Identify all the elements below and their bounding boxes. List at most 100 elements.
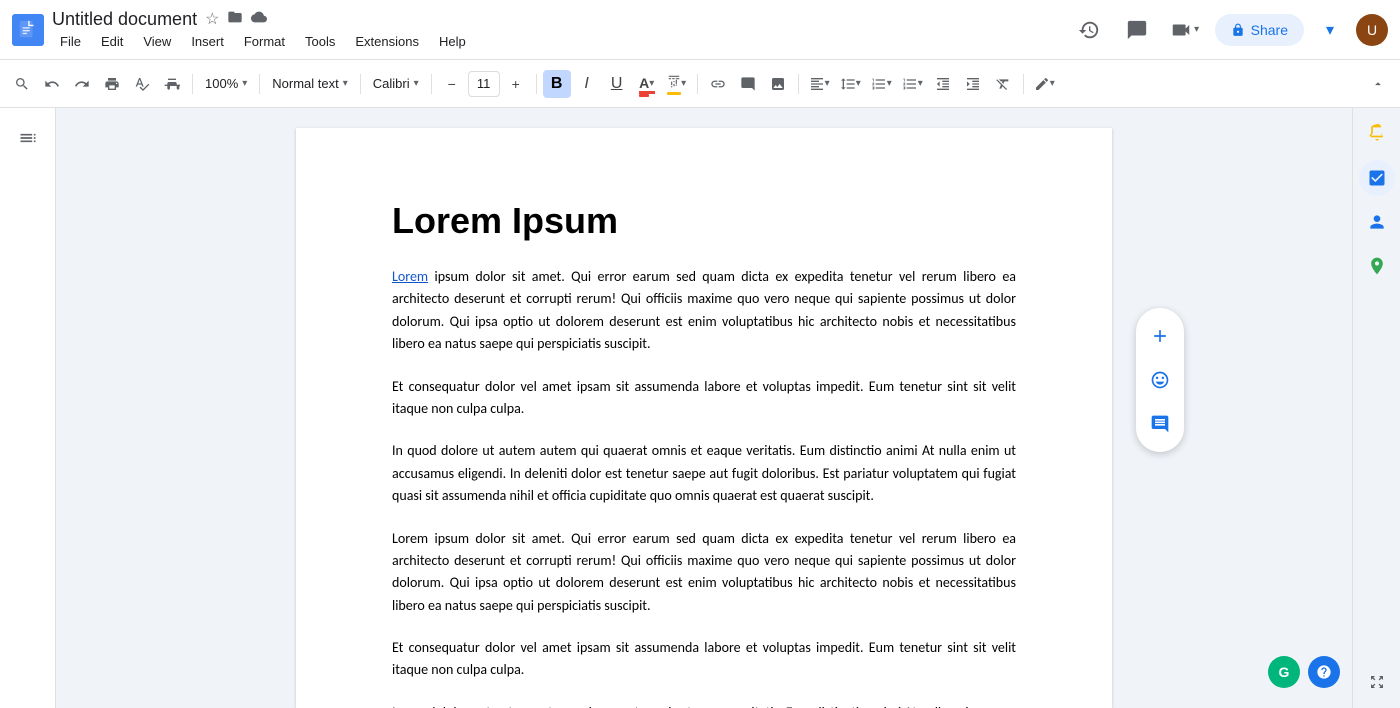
right-panel <box>1352 108 1400 708</box>
menu-file[interactable]: File <box>52 32 89 51</box>
paragraph-4: Lorem ipsum dolor sit amet. Qui error ea… <box>392 528 1016 618</box>
title-right: ▾ Share ▾ U <box>1071 12 1388 48</box>
expand-panel-button[interactable] <box>1359 664 1395 700</box>
menu-edit[interactable]: Edit <box>93 32 131 51</box>
paragraph-5: Et consequatur dolor vel amet ipsam sit … <box>392 637 1016 682</box>
doc-icon <box>12 14 44 46</box>
spellcheck-button[interactable] <box>128 70 156 98</box>
text-color-icon: A <box>639 75 649 93</box>
comment-button[interactable] <box>734 70 762 98</box>
indent-increase-button[interactable] <box>959 70 987 98</box>
tasks-button[interactable] <box>1359 160 1395 196</box>
doc-title-row: Untitled document ☆ <box>52 9 1063 30</box>
undo-button[interactable] <box>38 70 66 98</box>
document-area[interactable]: Lorem Ipsum Lorem ipsum dolor sit amet. … <box>56 108 1352 708</box>
paragraph-1: Lorem ipsum dolor sit amet. Qui error ea… <box>392 266 1016 356</box>
font-size-increase[interactable]: + <box>502 70 530 98</box>
history-button[interactable] <box>1071 12 1107 48</box>
zoom-arrow: ▾ <box>242 78 247 89</box>
indent-decrease-button[interactable] <box>929 70 957 98</box>
main-area: Lorem Ipsum Lorem ipsum dolor sit amet. … <box>0 108 1400 708</box>
user-avatar[interactable]: U <box>1356 14 1388 46</box>
toolbar: 100% ▾ Normal text ▾ Calibri ▾ − 11 + B … <box>0 60 1400 108</box>
menu-insert[interactable]: Insert <box>183 32 232 51</box>
highlight-icon <box>667 74 681 93</box>
paragraph-3: In quod dolore ut autem autem qui quaera… <box>392 440 1016 507</box>
zoom-select[interactable]: 100% ▾ <box>199 70 253 98</box>
helper-button[interactable] <box>1308 656 1340 688</box>
pen-button[interactable]: ▾ <box>1030 70 1059 98</box>
line-spacing-button[interactable]: ▾ <box>836 70 865 98</box>
font-label: Calibri <box>373 76 410 91</box>
grammarly-button[interactable]: G <box>1268 656 1300 688</box>
font-select[interactable]: Calibri ▾ <box>367 70 425 98</box>
menu-extensions[interactable]: Extensions <box>347 32 427 51</box>
checklist-button[interactable]: ▾ <box>867 70 896 98</box>
underline-icon: U <box>611 75 623 93</box>
bold-button[interactable]: B <box>543 70 571 98</box>
bold-icon: B <box>551 75 563 93</box>
float-action-bar <box>1136 308 1184 452</box>
align-button[interactable]: ▾ <box>805 70 834 98</box>
video-button[interactable]: ▾ <box>1167 12 1203 48</box>
float-comment-button[interactable] <box>1140 404 1180 444</box>
menu-format[interactable]: Format <box>236 32 293 51</box>
link-word[interactable]: Lorem <box>392 268 428 285</box>
ordered-list-button[interactable]: ▾ <box>898 70 927 98</box>
separator-1 <box>192 74 193 94</box>
menu-tools[interactable]: Tools <box>297 32 343 51</box>
search-button[interactable] <box>8 70 36 98</box>
menu-help[interactable]: Help <box>431 32 474 51</box>
left-sidebar <box>0 108 56 708</box>
italic-button[interactable]: I <box>573 70 601 98</box>
keep-button[interactable] <box>1359 116 1395 152</box>
paragraph-2: Et consequatur dolor vel amet ipsam sit … <box>392 376 1016 421</box>
folder-icon[interactable] <box>227 9 243 30</box>
share-label: Share <box>1251 22 1288 38</box>
paragraph-1-text: ipsum dolor sit amet. Qui error earum se… <box>392 268 1016 352</box>
menu-view[interactable]: View <box>135 32 179 51</box>
bottom-right-helpers: G <box>1268 656 1340 688</box>
separator-6 <box>697 74 698 94</box>
font-arrow: ▾ <box>414 78 419 89</box>
separator-5 <box>536 74 537 94</box>
highlight-color-button[interactable]: ▾ <box>663 70 691 98</box>
separator-7 <box>798 74 799 94</box>
chat-button[interactable] <box>1119 12 1155 48</box>
document-title: Lorem Ipsum <box>392 200 1016 242</box>
separator-8 <box>1023 74 1024 94</box>
document-page: Lorem Ipsum Lorem ipsum dolor sit amet. … <box>296 128 1112 708</box>
font-size-decrease[interactable]: − <box>438 70 466 98</box>
outline-toggle[interactable] <box>10 120 46 156</box>
separator-3 <box>360 74 361 94</box>
doc-title-text[interactable]: Untitled document <box>52 9 197 30</box>
text-color-button[interactable]: A ▾ <box>633 70 661 98</box>
paragraph-6: In quod dolore ut autem autem qui quaera… <box>392 702 1016 708</box>
separator-2 <box>259 74 260 94</box>
clear-format-button[interactable] <box>989 70 1017 98</box>
style-select[interactable]: Normal text ▾ <box>266 70 354 98</box>
font-size-input[interactable]: 11 <box>468 71 500 97</box>
float-emoji-button[interactable] <box>1140 360 1180 400</box>
title-area: Untitled document ☆ File Edit View Inser… <box>52 9 1063 51</box>
float-add-button[interactable] <box>1140 316 1180 356</box>
maps-button[interactable] <box>1359 248 1395 284</box>
title-bar: Untitled document ☆ File Edit View Inser… <box>0 0 1400 60</box>
style-label: Normal text <box>272 76 338 91</box>
cloud-icon[interactable] <box>251 9 267 30</box>
paint-format-button[interactable] <box>158 70 186 98</box>
image-button[interactable] <box>764 70 792 98</box>
print-button[interactable] <box>98 70 126 98</box>
separator-4 <box>431 74 432 94</box>
style-arrow: ▾ <box>343 78 348 89</box>
italic-icon: I <box>584 75 588 93</box>
zoom-label: 100% <box>205 76 238 91</box>
underline-button[interactable]: U <box>603 70 631 98</box>
link-button[interactable] <box>704 70 732 98</box>
share-dropdown[interactable]: ▾ <box>1316 12 1344 48</box>
star-icon[interactable]: ☆ <box>205 9 219 29</box>
share-button[interactable]: Share <box>1215 14 1304 46</box>
contacts-button[interactable] <box>1359 204 1395 240</box>
redo-button[interactable] <box>68 70 96 98</box>
collapse-toolbar-button[interactable] <box>1364 70 1392 98</box>
